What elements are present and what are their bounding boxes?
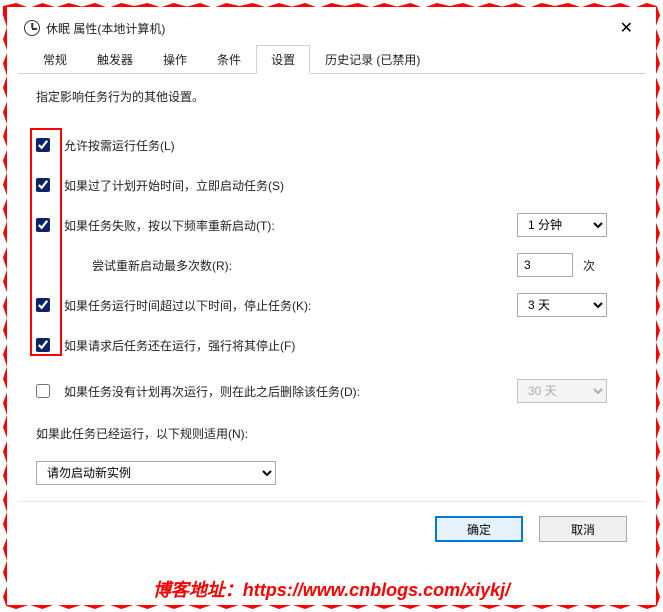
label-stop-runtime: 如果任务运行时间超过以下时间，停止任务(K): [64, 297, 517, 314]
label-retry-count: 尝试重新启动最多次数(R): [64, 257, 517, 274]
checkbox-run-asap[interactable] [36, 178, 50, 192]
tab-actions[interactable]: 操作 [148, 45, 202, 74]
row-already-running-label: 如果此任务已经运行，以下规则适用(N): [36, 421, 627, 445]
select-already-running[interactable]: 请勿启动新实例 [36, 461, 276, 485]
panel-description: 指定影响任务行为的其他设置。 [36, 88, 627, 105]
dialog-window: 休眠 属性(本地计算机) ✕ 常规 触发器 操作 条件 设置 历史记录 (已禁用… [18, 18, 645, 552]
suffix-retry-count: 次 [583, 257, 595, 274]
ok-button[interactable]: 确定 [435, 516, 523, 542]
tab-strip: 常规 触发器 操作 条件 设置 历史记录 (已禁用) [18, 44, 645, 74]
annotation-highlight-box [30, 128, 62, 356]
checkbox-delete-after[interactable] [36, 384, 50, 398]
tab-triggers[interactable]: 触发器 [82, 45, 148, 74]
tab-general[interactable]: 常规 [28, 45, 82, 74]
tab-settings[interactable]: 设置 [256, 45, 310, 74]
row-stop-runtime: 如果任务运行时间超过以下时间，停止任务(K): 3 天 [36, 293, 627, 317]
close-icon[interactable]: ✕ [614, 18, 639, 38]
checkbox-force-stop[interactable] [36, 338, 50, 352]
select-stop-runtime[interactable]: 3 天 [517, 293, 607, 317]
label-already-running: 如果此任务已经运行，以下规则适用(N): [36, 425, 627, 442]
label-run-asap: 如果过了计划开始时间，立即启动任务(S) [64, 177, 627, 194]
label-allow-demand: 允许按需运行任务(L) [64, 137, 627, 154]
row-already-running-select: 请勿启动新实例 [36, 461, 627, 485]
dialog-button-row: 确定 取消 [18, 501, 645, 556]
tab-history[interactable]: 历史记录 (已禁用) [310, 45, 435, 74]
clock-icon [24, 20, 40, 36]
tab-conditions[interactable]: 条件 [202, 45, 256, 74]
label-restart-fail: 如果任务失败，按以下频率重新启动(T): [64, 217, 517, 234]
cancel-button[interactable]: 取消 [539, 516, 627, 542]
row-restart-fail: 如果任务失败，按以下频率重新启动(T): 1 分钟 [36, 213, 627, 237]
checkbox-allow-demand[interactable] [36, 138, 50, 152]
settings-panel: 指定影响任务行为的其他设置。 允许按需运行任务(L) 如果过了计划开始时间，立即… [18, 74, 645, 501]
row-run-asap: 如果过了计划开始时间，立即启动任务(S) [36, 173, 627, 197]
row-force-stop: 如果请求后任务还在运行，强行将其停止(F) [36, 333, 627, 357]
select-restart-interval[interactable]: 1 分钟 [517, 213, 607, 237]
row-delete-after: 如果任务没有计划再次运行，则在此之后删除该任务(D): 30 天 [36, 379, 627, 403]
select-delete-after: 30 天 [517, 379, 607, 403]
row-allow-demand: 允许按需运行任务(L) [36, 133, 627, 157]
input-retry-count[interactable] [517, 253, 573, 277]
label-delete-after: 如果任务没有计划再次运行，则在此之后删除该任务(D): [64, 383, 517, 400]
titlebar: 休眠 属性(本地计算机) ✕ [18, 18, 645, 38]
row-retry-count: 尝试重新启动最多次数(R): 次 [36, 253, 627, 277]
checkbox-restart-fail[interactable] [36, 218, 50, 232]
watermark-text: 博客地址：https://www.cnblogs.com/xiykj/ [0, 576, 663, 602]
label-force-stop: 如果请求后任务还在运行，强行将其停止(F) [64, 337, 627, 354]
window-title: 休眠 属性(本地计算机) [46, 20, 614, 37]
checkbox-stop-runtime[interactable] [36, 298, 50, 312]
